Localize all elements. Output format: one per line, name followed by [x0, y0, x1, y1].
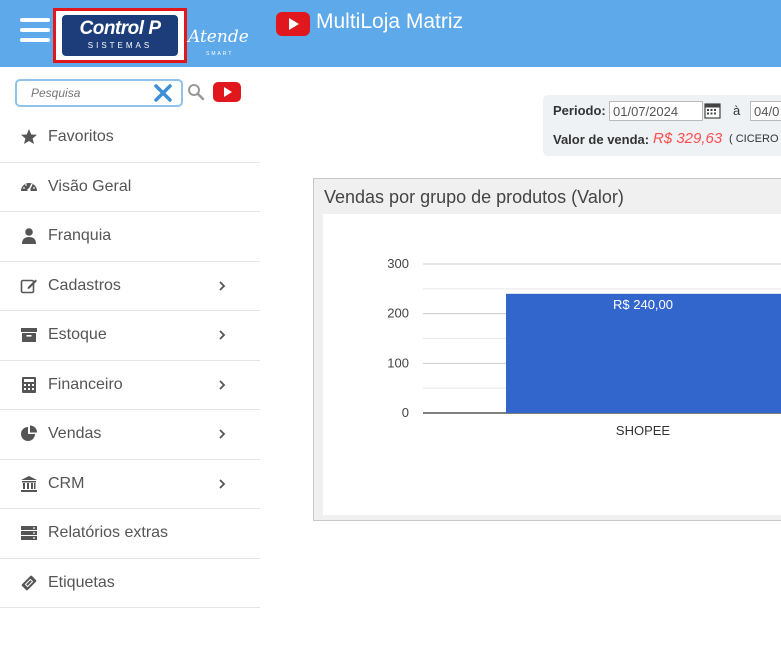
sidebar-item-label: Estoque: [48, 326, 107, 344]
sidebar-item-crm[interactable]: CRM: [0, 460, 260, 509]
sales-value-label: Valor de venda:: [553, 132, 650, 147]
sidebar-item-label: CRM: [48, 474, 85, 492]
server-icon: [21, 526, 37, 541]
chevron-right-icon: [219, 429, 226, 439]
sidebar-item-vendas[interactable]: Vendas: [0, 410, 260, 460]
sidebar-item-visao-geral[interactable]: Visão Geral: [0, 163, 260, 212]
sidebar-item-estoque[interactable]: Estoque: [0, 311, 260, 361]
star-icon: [21, 129, 37, 145]
youtube-help-icon[interactable]: [213, 82, 241, 102]
chevron-right-icon: [219, 479, 226, 489]
sidebar-item-franquia[interactable]: Franquia: [0, 212, 260, 262]
sidebar-item-favoritos[interactable]: Favoritos: [0, 113, 260, 163]
top-bar: Control P SISTEMAS Atende SMART MultiLoj…: [0, 0, 781, 67]
sidebar: Favoritos Visão Geral Franquia Cadastros…: [0, 67, 260, 646]
period-label: Periodo:: [553, 103, 606, 118]
chevron-right-icon: [219, 380, 226, 390]
logo-sub-text: SISTEMAS: [87, 41, 153, 50]
search-icon[interactable]: [187, 83, 205, 101]
app-title: MultiLoja Matriz: [316, 10, 464, 33]
date-start-input[interactable]: [609, 101, 703, 121]
chart-area: 0 100 200 300 R$ 240,00 SHOPEE: [323, 214, 781, 515]
dashboard-icon: [21, 182, 37, 192]
sidebar-item-label: Cadastros: [48, 276, 121, 294]
sidebar-item-label: Favoritos: [48, 128, 114, 146]
ticket-icon: [21, 575, 37, 591]
control-p-logo[interactable]: Control P SISTEMAS: [53, 8, 187, 63]
sidebar-item-label: Financeiro: [48, 375, 123, 393]
hamburger-menu-icon[interactable]: [20, 18, 50, 42]
search-box: [15, 79, 183, 107]
y-tick-label: 0: [402, 405, 409, 420]
date-end-input[interactable]: [750, 101, 781, 121]
sales-chart-panel: Vendas por grupo de produtos (Valor) 0 10…: [313, 178, 781, 521]
sidebar-item-label: Vendas: [48, 425, 102, 443]
y-tick-label: 200: [387, 306, 409, 321]
sales-value-extra: ( CICERO: [729, 133, 779, 145]
bank-icon: [21, 475, 37, 492]
calendar-icon[interactable]: [704, 102, 721, 119]
sidebar-menu: Favoritos Visão Geral Franquia Cadastros…: [0, 113, 260, 608]
pie-chart-icon: [21, 425, 37, 442]
bar-data-label: R$ 240,00: [613, 297, 673, 312]
clear-search-icon[interactable]: [153, 83, 173, 103]
chevron-right-icon: [219, 330, 226, 340]
sidebar-item-financeiro[interactable]: Financeiro: [0, 361, 260, 410]
y-tick-label: 300: [387, 256, 409, 271]
sidebar-item-label: Visão Geral: [48, 177, 132, 195]
search-input[interactable]: [17, 81, 147, 105]
sidebar-item-label: Franquia: [48, 227, 112, 245]
chevron-right-icon: [219, 281, 226, 291]
sales-value: R$ 329,63: [653, 130, 723, 147]
filter-box: Periodo: à Valor de venda: R$ 329,63 ( C…: [543, 95, 781, 156]
panel-title: Vendas por grupo de produtos (Valor): [324, 187, 624, 207]
atende-logo: Atende: [188, 27, 249, 47]
edit-icon: [20, 279, 37, 294]
atende-sub-logo: SMART: [206, 51, 234, 57]
sidebar-item-relatorios-extras[interactable]: Relatórios extras: [0, 509, 260, 559]
user-icon: [22, 228, 36, 245]
sidebar-item-etiquetas[interactable]: Etiquetas: [0, 559, 260, 608]
archive-icon: [21, 328, 37, 343]
date-separator: à: [733, 103, 741, 118]
y-tick-label: 100: [387, 355, 409, 370]
sidebar-item-label: Etiquetas: [48, 573, 115, 591]
logo-main-text: Control P: [79, 18, 162, 39]
x-category-label: SHOPEE: [616, 423, 671, 438]
bar-chart: 0 100 200 300 R$ 240,00 SHOPEE: [387, 256, 781, 438]
sidebar-item-label: Relatórios extras: [48, 524, 169, 542]
calculator-icon: [22, 376, 36, 393]
youtube-icon[interactable]: [276, 12, 310, 36]
sidebar-item-cadastros[interactable]: Cadastros: [0, 262, 260, 311]
